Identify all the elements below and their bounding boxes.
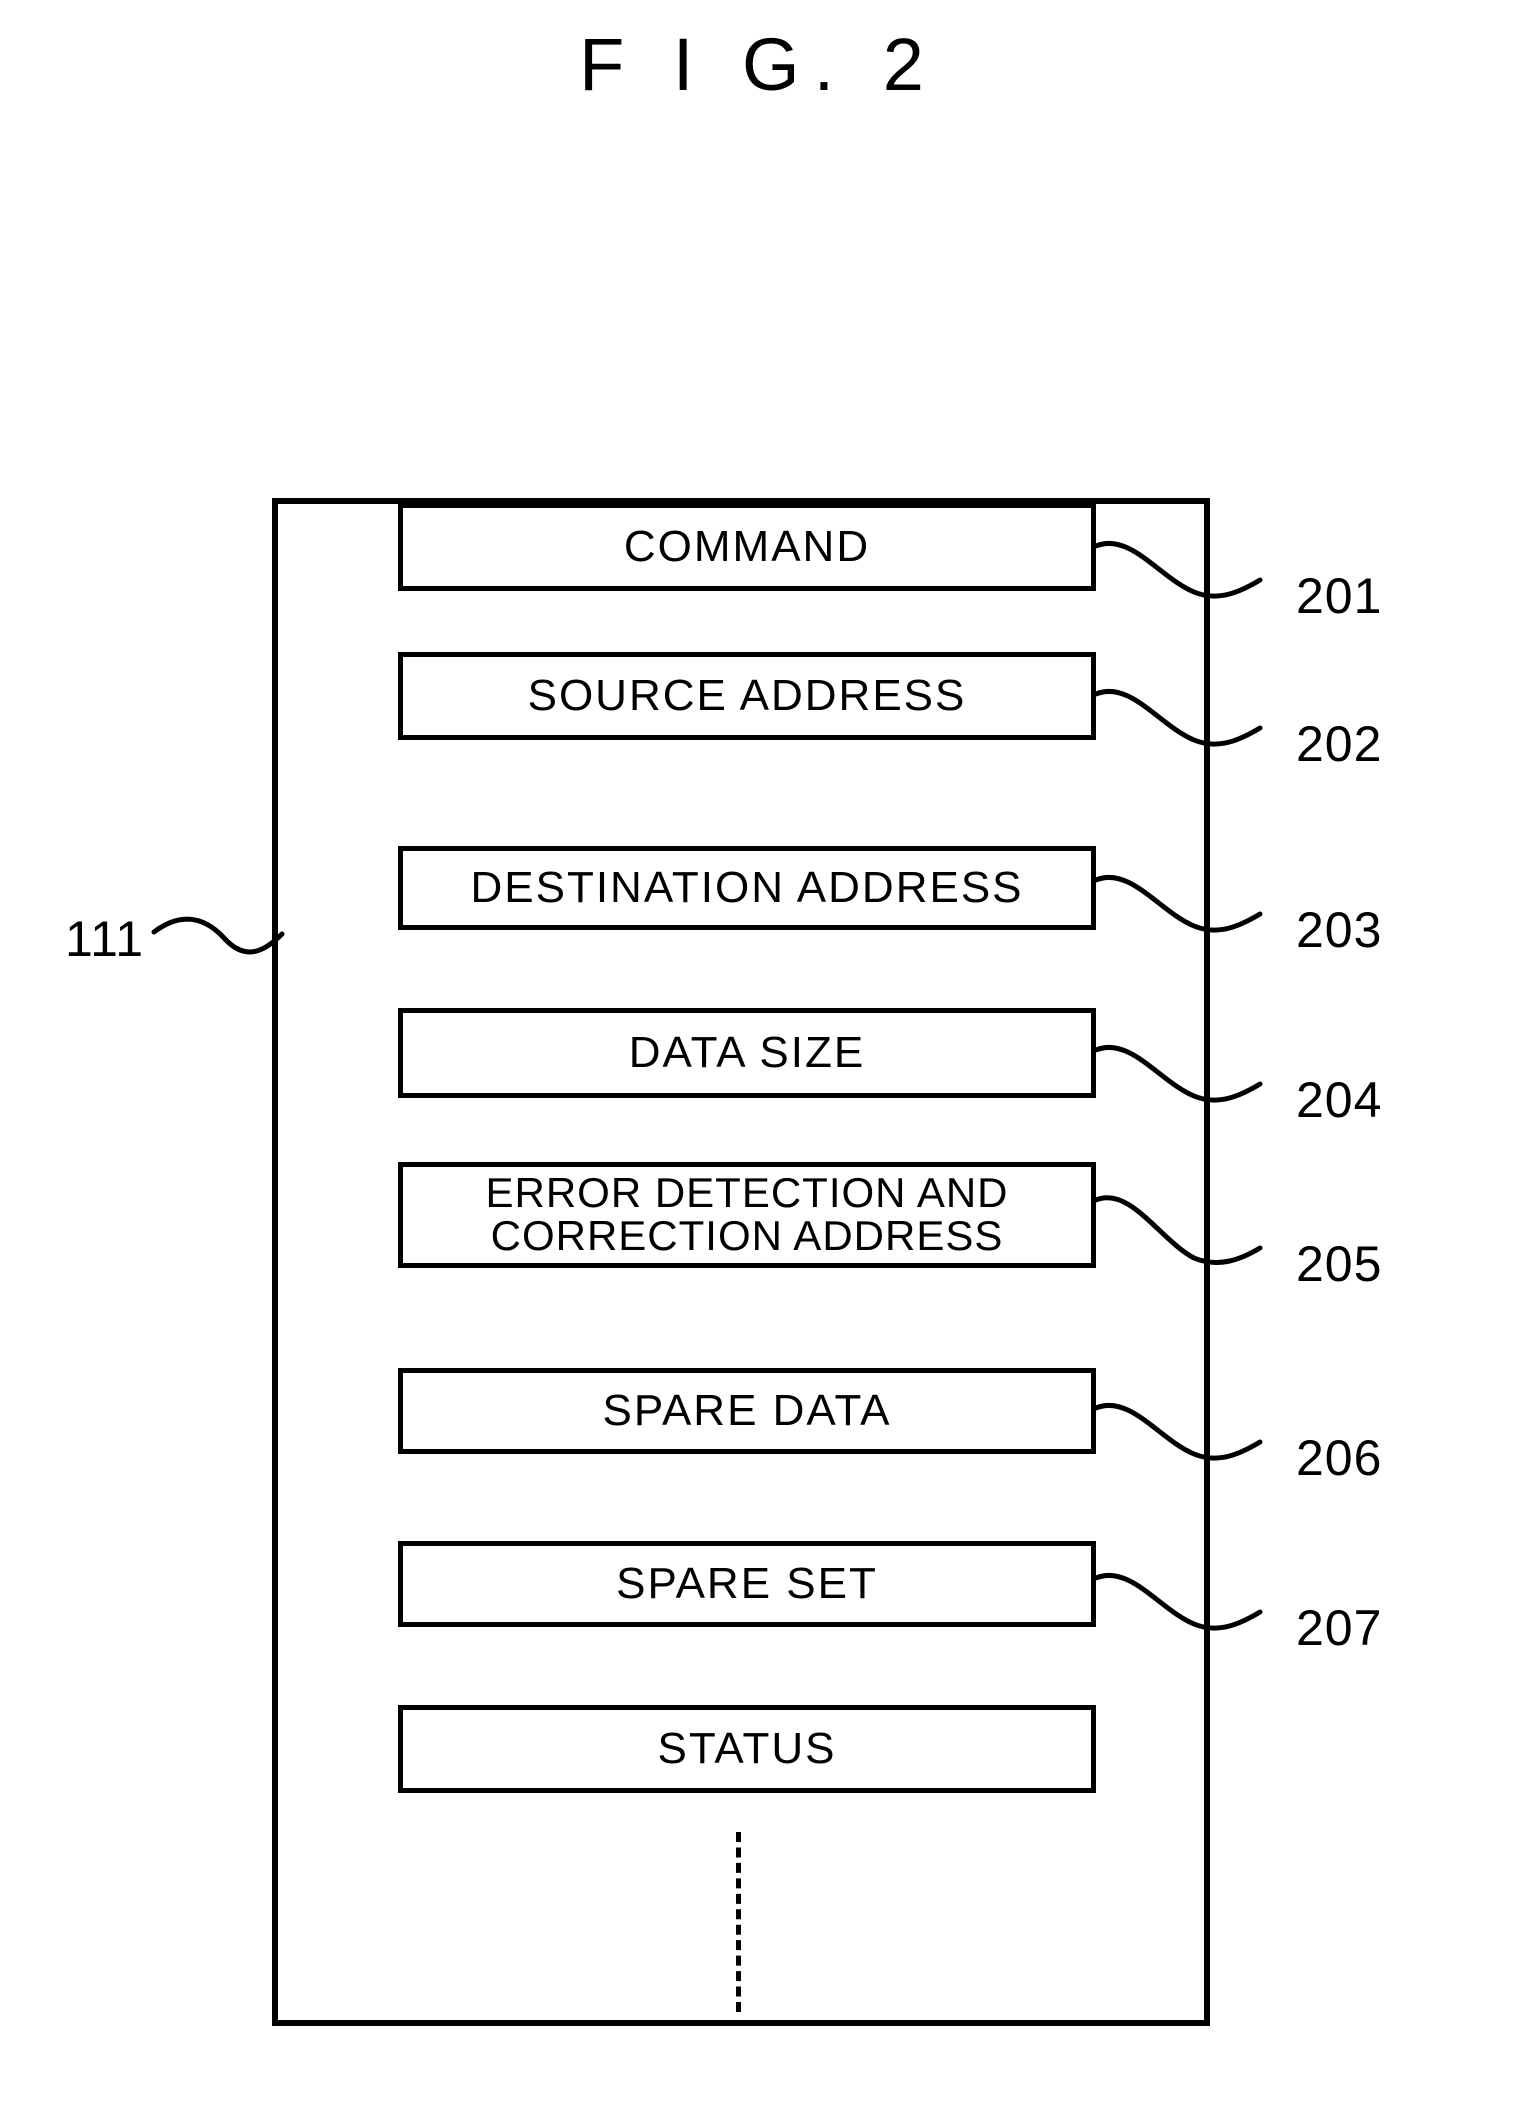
reference-number-203: 203: [1296, 902, 1383, 958]
field-label-status: STATUS: [657, 1724, 837, 1774]
field-label-spare-data: SPARE DATA: [602, 1386, 892, 1436]
reference-number-111: 111: [65, 911, 145, 967]
leader-line-207: [1093, 1573, 1263, 1631]
field-label-command: COMMAND: [623, 522, 871, 572]
field-label-destination-address: DESTINATION ADDRESS: [470, 863, 1024, 913]
field-box-destination-address: DESTINATION ADDRESS: [398, 846, 1096, 930]
field-label-source-address: SOURCE ADDRESS: [527, 671, 967, 721]
figure-title: F I G. 2: [579, 23, 938, 106]
reference-number-206: 206: [1296, 1430, 1383, 1486]
field-box-error-detection-and-correction-address: ERROR DETECTION AND CORRECTION ADDRESS: [398, 1162, 1096, 1268]
reference-number-207: 207: [1296, 1600, 1383, 1656]
field-box-spare-data: SPARE DATA: [398, 1368, 1096, 1454]
leader-line-203: [1093, 875, 1263, 933]
reference-number-201: 201: [1296, 568, 1383, 624]
leader-line-204: [1093, 1045, 1263, 1103]
field-box-data-size: DATA SIZE: [398, 1008, 1096, 1098]
leader-line-111: [151, 916, 285, 955]
field-box-spare-set: SPARE SET: [398, 1541, 1096, 1627]
field-box-status: STATUS: [398, 1705, 1096, 1793]
field-label-error-detection-and-correction-address: ERROR DETECTION AND CORRECTION ADDRESS: [485, 1169, 1009, 1259]
reference-number-204: 204: [1296, 1072, 1383, 1128]
reference-number-205: 205: [1296, 1236, 1383, 1292]
leader-line-206: [1093, 1403, 1263, 1461]
leader-line-201: [1093, 541, 1263, 599]
continuation-dashed-line: [736, 1832, 741, 2012]
field-label-data-size: DATA SIZE: [628, 1028, 866, 1078]
leader-line-205: [1093, 1195, 1263, 1266]
reference-number-202: 202: [1296, 716, 1383, 772]
field-box-source-address: SOURCE ADDRESS: [398, 652, 1096, 740]
leader-lines-right: [1093, 541, 1263, 1631]
leader-line-202: [1093, 689, 1263, 747]
field-label-spare-set: SPARE SET: [616, 1559, 878, 1609]
field-box-command: COMMAND: [398, 503, 1096, 591]
